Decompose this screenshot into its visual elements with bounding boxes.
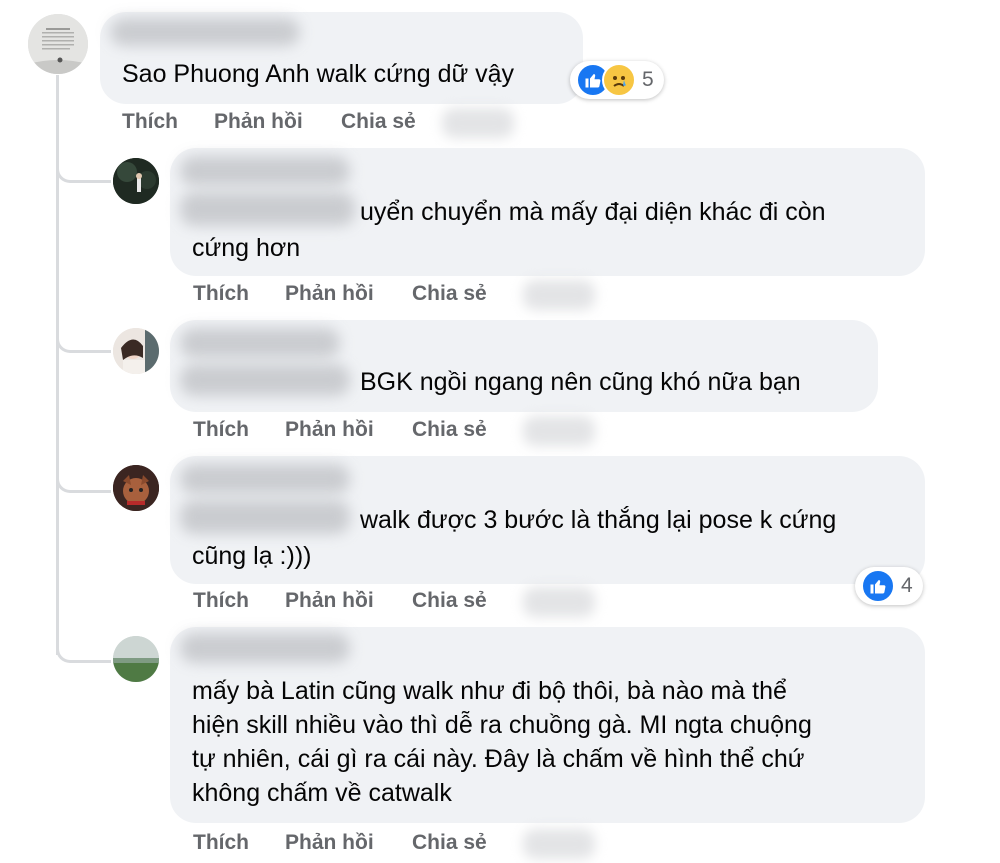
like-button[interactable]: Thích (193, 589, 249, 613)
avatar[interactable] (113, 158, 159, 204)
reaction-count: 5 (642, 68, 654, 91)
reply-button[interactable]: Phản hồi (285, 418, 374, 442)
reply-button[interactable]: Phản hồi (285, 589, 374, 613)
avatar-image (113, 636, 159, 682)
sad-icon (602, 63, 636, 97)
share-button[interactable]: Chia sẻ (412, 589, 487, 613)
reply-text: BGK ngồi ngang nên cũng khó nữa bạn (360, 368, 801, 396)
thread-connector (56, 460, 111, 493)
reply-button[interactable]: Phản hồi (214, 110, 303, 134)
thread-connector (56, 150, 111, 183)
avatar[interactable] (113, 636, 159, 682)
reply-text: cũng lạ :))) (192, 542, 312, 570)
comment-text-blurred (180, 364, 350, 396)
timestamp-blurred[interactable] (523, 416, 595, 446)
avatar-image (113, 328, 159, 374)
reply-text: tự nhiên, cái gì ra cái này. Đây là chấm… (192, 745, 805, 773)
timestamp-blurred[interactable] (442, 108, 514, 138)
reply-text: hiện skill nhiều vào thì dễ ra chuồng gà… (192, 711, 812, 739)
comment-text-blurred (180, 500, 350, 534)
commenter-name-blurred[interactable] (180, 633, 350, 663)
like-button[interactable]: Thích (122, 110, 178, 134)
share-button[interactable]: Chia sẻ (341, 110, 416, 134)
avatar-image (113, 158, 159, 204)
reply-button[interactable]: Phản hồi (285, 831, 374, 855)
avatar[interactable] (113, 328, 159, 374)
avatar[interactable] (113, 465, 159, 511)
comment-text-blurred (180, 192, 355, 226)
share-button[interactable]: Chia sẻ (412, 831, 487, 855)
like-button[interactable]: Thích (193, 282, 249, 306)
reply-text: uyển chuyển mà mấy đại diện khác đi còn (360, 198, 826, 226)
reply-bubble: mấy bà Latin cũng walk như đi bộ thôi, b… (170, 627, 925, 823)
share-button[interactable]: Chia sẻ (412, 418, 487, 442)
reaction-summary[interactable]: 4 (855, 567, 923, 605)
timestamp-blurred[interactable] (523, 280, 595, 310)
like-button[interactable]: Thích (193, 831, 249, 855)
avatar-image (28, 14, 88, 74)
reply-bubble: walk được 3 bước là thắng lại pose k cứn… (170, 456, 925, 584)
reply-bubble: BGK ngồi ngang nên cũng khó nữa bạn (170, 320, 878, 412)
reply-text: walk được 3 bước là thắng lại pose k cứn… (360, 506, 837, 534)
reply-text: mấy bà Latin cũng walk như đi bộ thôi, b… (192, 677, 787, 705)
commenter-name-blurred[interactable] (180, 328, 340, 358)
reaction-count: 4 (901, 574, 913, 597)
reaction-summary[interactable]: 5 (570, 61, 664, 99)
avatar-image (113, 465, 159, 511)
commenter-name-blurred[interactable] (180, 464, 350, 494)
thread-connector (56, 320, 111, 353)
commenter-name-blurred[interactable] (110, 18, 300, 46)
timestamp-blurred[interactable] (523, 829, 595, 859)
comment-bubble: Sao Phuong Anh walk cứng dữ vậy (100, 12, 583, 104)
timestamp-blurred[interactable] (523, 587, 595, 617)
avatar[interactable] (28, 14, 88, 74)
reply-text: không chấm về catwalk (192, 779, 452, 807)
thread-connector (56, 630, 111, 663)
reply-button[interactable]: Phản hồi (285, 282, 374, 306)
like-icon (861, 569, 895, 603)
share-button[interactable]: Chia sẻ (412, 282, 487, 306)
commenter-name-blurred[interactable] (180, 156, 350, 186)
reply-text: cứng hơn (192, 234, 301, 262)
reply-bubble: uyển chuyển mà mấy đại diện khác đi còn … (170, 148, 925, 276)
comment-text: Sao Phuong Anh walk cứng dữ vậy (122, 60, 515, 88)
like-button[interactable]: Thích (193, 418, 249, 442)
